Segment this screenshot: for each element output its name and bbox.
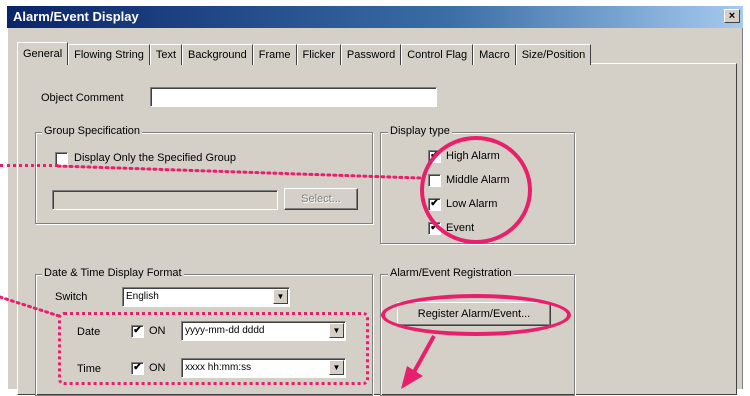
arrow-line (412, 335, 436, 373)
annotation-overlay (0, 164, 436, 389)
tab-general[interactable]: General (17, 42, 69, 65)
callout-line-date-time (0, 295, 61, 318)
callout-line-display-type (56, 164, 422, 180)
arrow-head-icon (401, 366, 423, 389)
